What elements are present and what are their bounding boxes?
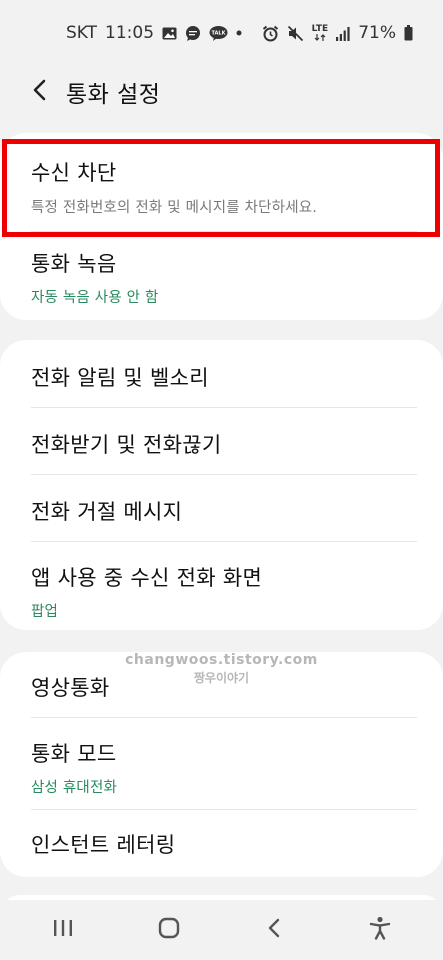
back-nav-button[interactable] (244, 905, 304, 955)
incoming-display-title: 앱 사용 중 수신 전화 화면 (31, 566, 263, 590)
accessibility-icon (369, 916, 391, 944)
dot-icon (236, 30, 242, 36)
home-icon (158, 917, 180, 943)
call-mode-title: 통화 모드 (31, 742, 117, 766)
battery-icon (404, 25, 413, 41)
call-recording-item[interactable]: 통화 녹음 자동 녹음 사용 안 함 (0, 248, 443, 308)
call-alerts-item[interactable]: 전화 알림 및 벨소리 (0, 362, 443, 406)
alarm-icon (262, 25, 279, 42)
call-mode-status: 삼성 휴대전화 (31, 780, 118, 796)
call-recording-status: 자동 녹음 사용 안 함 (31, 290, 159, 306)
home-button[interactable] (139, 905, 199, 955)
settings-card-video-mode: 영상통화 통화 모드 삼성 휴대전화 인스턴트 레터링 (0, 652, 443, 877)
call-mode-item[interactable]: 통화 모드 삼성 휴대전화 (0, 738, 443, 800)
kakaotalk-icon: TALK (209, 25, 228, 41)
call-blocking-title: 수신 차단 (31, 161, 117, 185)
call-alerts-title: 전화 알림 및 벨소리 (31, 366, 209, 390)
carrier-label: SKT (66, 23, 98, 43)
divider (31, 809, 417, 810)
settings-card-call-handling: 전화 알림 및 벨소리 전화받기 및 전화끊기 전화 거절 메시지 앱 사용 중… (0, 340, 443, 630)
divider (31, 541, 417, 542)
divider (31, 231, 417, 232)
instant-lettering-title: 인스턴트 레터링 (31, 833, 176, 857)
signal-icon (336, 26, 350, 41)
lte-icon: LTE (311, 24, 329, 41)
divider (31, 474, 417, 475)
navigation-bar (0, 900, 443, 960)
accessibility-button[interactable] (350, 905, 410, 955)
divider (31, 407, 417, 408)
recent-apps-icon (53, 919, 73, 941)
status-left: SKT 11:05 TALK (66, 23, 242, 43)
call-blocking-subtitle: 특정 전화번호의 전화 및 메시지를 차단하세요. (31, 200, 318, 216)
video-call-item[interactable]: 영상통화 (0, 672, 443, 716)
mute-icon (287, 25, 304, 42)
reject-messages-title: 전화 거절 메시지 (31, 500, 183, 524)
lte-label: LTE (311, 24, 329, 34)
clock: 11:05 (105, 23, 155, 43)
chat-bubble-icon (185, 25, 201, 41)
battery-percent: 71% (358, 23, 396, 43)
recent-apps-button[interactable] (33, 905, 93, 955)
status-bar: SKT 11:05 TALK LTE 71% (0, 0, 443, 66)
back-arrow-icon (32, 79, 46, 105)
settings-card-blocking-recording: 수신 차단 특정 전화번호의 전화 및 메시지를 차단하세요. 통화 녹음 자동… (0, 133, 443, 320)
divider (31, 717, 417, 718)
video-call-title: 영상통화 (31, 676, 110, 700)
incoming-display-status: 팝업 (31, 604, 59, 620)
app-header: 통화 설정 (0, 66, 443, 118)
kakao-label: TALK (212, 30, 227, 36)
gallery-icon (162, 27, 177, 40)
reject-messages-item[interactable]: 전화 거절 메시지 (0, 496, 443, 540)
page-title: 통화 설정 (66, 82, 161, 108)
incoming-display-item[interactable]: 앱 사용 중 수신 전화 화면 팝업 (0, 562, 443, 622)
status-right: LTE 71% (262, 23, 413, 43)
back-button[interactable] (18, 71, 60, 113)
call-recording-title: 통화 녹음 (31, 252, 117, 276)
screen: SKT 11:05 TALK LTE 71% 통화 설정 수신 차단 특정 전화… (0, 0, 443, 960)
back-icon (267, 918, 281, 942)
answer-end-item[interactable]: 전화받기 및 전화끊기 (0, 429, 443, 473)
instant-lettering-item[interactable]: 인스턴트 레터링 (0, 829, 443, 873)
answer-end-title: 전화받기 및 전화끊기 (31, 433, 222, 457)
